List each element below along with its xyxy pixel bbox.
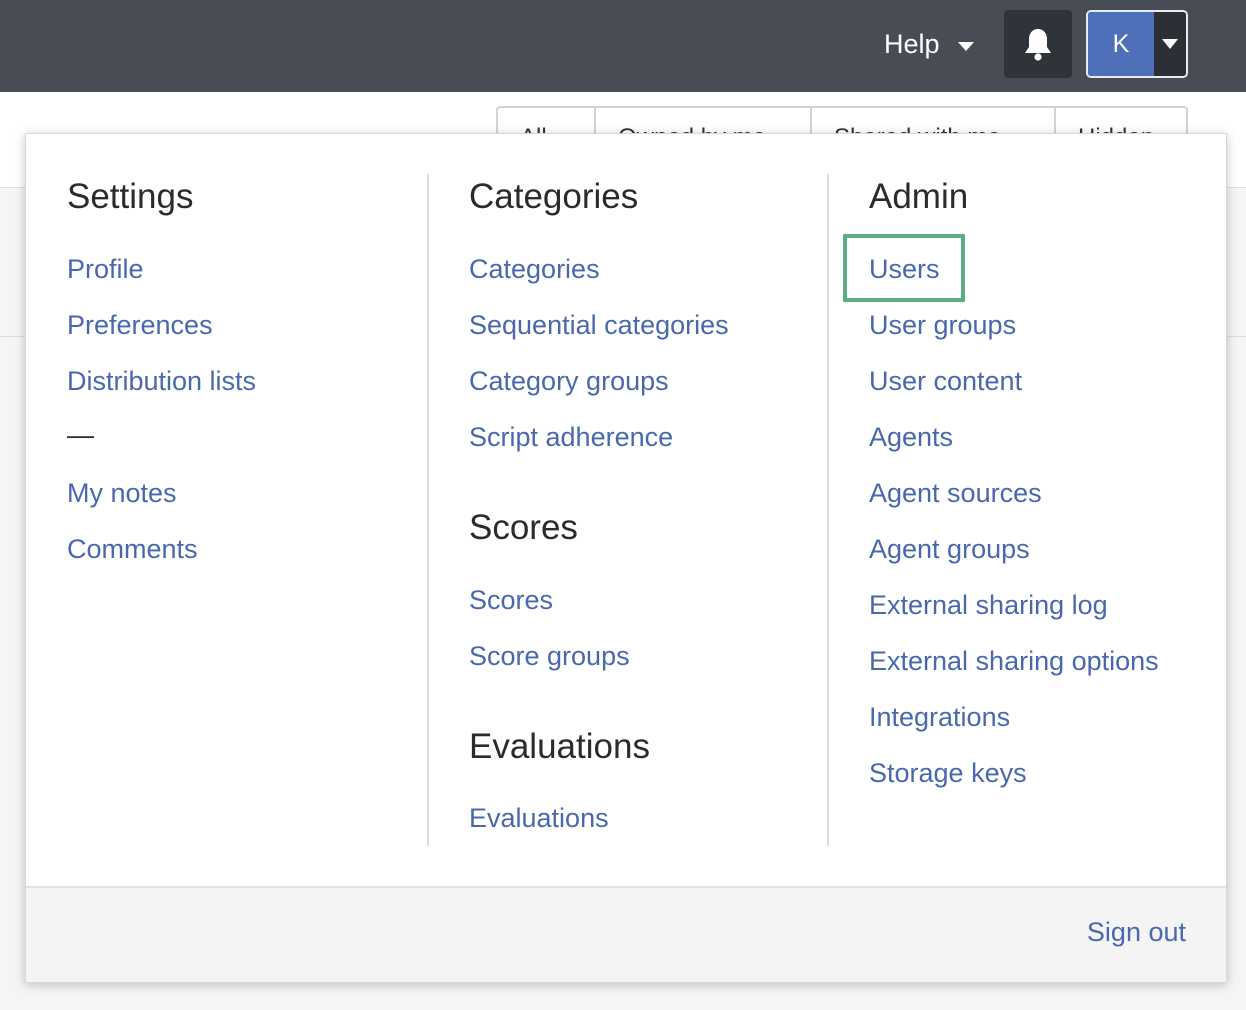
user-menu: K bbox=[1086, 10, 1188, 78]
user-dropdown-menu: Settings Profile Preferences Distributio… bbox=[25, 133, 1227, 983]
menu-link-agent-sources[interactable]: Agent sources bbox=[869, 475, 1042, 511]
help-menu-button[interactable]: Help bbox=[884, 26, 974, 62]
avatar-initial: K bbox=[1112, 29, 1130, 58]
menu-link-preferences[interactable]: Preferences bbox=[67, 307, 213, 343]
caret-down-icon bbox=[1162, 39, 1178, 49]
menu-link-storage-keys[interactable]: Storage keys bbox=[869, 755, 1027, 791]
menu-link-users[interactable]: Users bbox=[869, 251, 940, 287]
menu-link-scores[interactable]: Scores bbox=[469, 582, 553, 618]
scores-heading: Scores bbox=[469, 508, 578, 547]
menu-link-user-content[interactable]: User content bbox=[869, 363, 1022, 399]
settings-heading: Settings bbox=[67, 177, 194, 216]
menu-link-sequential-categories[interactable]: Sequential categories bbox=[469, 307, 729, 343]
column-divider bbox=[427, 174, 429, 846]
menu-link-comments[interactable]: Comments bbox=[67, 531, 198, 567]
menu-link-user-groups[interactable]: User groups bbox=[869, 307, 1016, 343]
menu-link-profile[interactable]: Profile bbox=[67, 251, 144, 287]
menu-link-agents[interactable]: Agents bbox=[869, 419, 953, 455]
menu-link-external-sharing-options[interactable]: External sharing options bbox=[869, 643, 1159, 679]
caret-down-icon bbox=[957, 41, 974, 51]
sign-out-link[interactable]: Sign out bbox=[1087, 914, 1186, 950]
user-menu-toggle[interactable] bbox=[1154, 12, 1186, 76]
menu-link-integrations[interactable]: Integrations bbox=[869, 699, 1010, 735]
menu-link-script-adherence[interactable]: Script adherence bbox=[469, 419, 673, 455]
notifications-button[interactable] bbox=[1004, 10, 1072, 78]
categories-heading: Categories bbox=[469, 177, 639, 216]
menu-link-agent-groups[interactable]: Agent groups bbox=[869, 531, 1030, 567]
menu-footer: Sign out bbox=[26, 886, 1226, 982]
column-divider bbox=[827, 174, 829, 846]
menu-link-distribution-lists[interactable]: Distribution lists bbox=[67, 363, 256, 399]
menu-separator: — bbox=[67, 420, 94, 450]
evaluations-heading: Evaluations bbox=[469, 727, 650, 766]
menu-link-categories[interactable]: Categories bbox=[469, 251, 600, 287]
menu-link-external-sharing-log[interactable]: External sharing log bbox=[869, 587, 1108, 623]
admin-heading: Admin bbox=[869, 177, 969, 216]
help-label: Help bbox=[884, 28, 940, 59]
menu-link-evaluations[interactable]: Evaluations bbox=[469, 800, 609, 836]
menu-link-category-groups[interactable]: Category groups bbox=[469, 363, 669, 399]
menu-link-score-groups[interactable]: Score groups bbox=[469, 638, 630, 674]
top-navigation-bar: Help K bbox=[0, 0, 1246, 92]
bell-icon bbox=[1025, 29, 1051, 61]
menu-link-my-notes[interactable]: My notes bbox=[67, 475, 177, 511]
avatar-button[interactable]: K bbox=[1088, 12, 1154, 76]
